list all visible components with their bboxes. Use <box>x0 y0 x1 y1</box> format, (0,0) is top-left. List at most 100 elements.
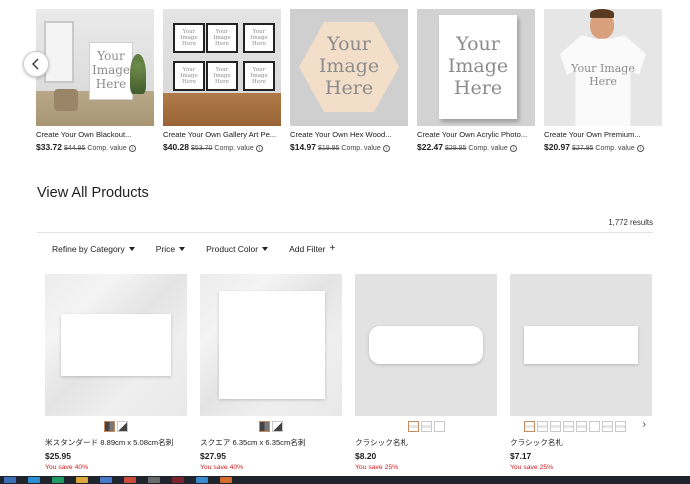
filter-color-dropdown[interactable]: Product Color <box>206 244 269 254</box>
product-title[interactable]: Create Your Own Hex Wood... <box>290 130 408 139</box>
price-current: $14.97 <box>290 142 316 152</box>
carousel-prev-button[interactable] <box>23 51 49 77</box>
variant-swatches: › <box>510 419 652 432</box>
carousel-item[interactable]: Your Image Here Your Image Here Your Ima… <box>163 9 281 152</box>
frame-placeholder: Your Image Here <box>206 61 238 91</box>
product-image[interactable]: Your Image Here <box>290 9 408 126</box>
carousel-item[interactable]: Your Image Here Create Your Own Hex Wood… <box>290 9 408 152</box>
product-price: $8.20 <box>355 451 377 461</box>
swatch-option[interactable] <box>537 420 548 432</box>
swatch-option[interactable] <box>407 420 419 432</box>
business-card-preview <box>61 314 171 376</box>
swatch-option[interactable] <box>104 420 115 432</box>
add-filter-button[interactable]: Add Filter + <box>289 243 336 255</box>
swatch-option[interactable] <box>524 420 535 432</box>
taskbar-app-icon[interactable] <box>124 477 136 483</box>
product-card[interactable]: 米スタンダード 8.89cm x 5.08cm名刺 $25.95 You sav… <box>45 274 187 471</box>
window-decor <box>44 21 74 83</box>
plus-icon: + <box>329 243 336 254</box>
product-image[interactable]: Your Image Here Your Image Here Your Ima… <box>163 9 281 126</box>
swatch-option[interactable] <box>563 420 574 432</box>
product-image[interactable] <box>45 274 187 416</box>
filter-label: Price <box>155 244 176 254</box>
filter-bar: Refine by Category Price Product Color A… <box>52 243 356 255</box>
taskbar-app-icon[interactable] <box>4 477 16 483</box>
swatch-option[interactable] <box>589 420 600 432</box>
price-row: $22.47 $29.95 Comp. value i <box>417 142 535 152</box>
name-tag-preview <box>369 326 483 364</box>
product-image[interactable]: Your Image Here <box>544 9 662 126</box>
swatch-option[interactable] <box>576 420 587 432</box>
swatch-option[interactable] <box>615 420 626 432</box>
savings-label: You save 40% <box>45 464 89 471</box>
product-title[interactable]: Create Your Own Premium... <box>544 130 662 139</box>
swatch-option[interactable] <box>259 420 270 432</box>
product-image[interactable] <box>510 274 652 416</box>
info-icon[interactable]: i <box>255 145 263 152</box>
comp-value-label: Comp. value <box>214 145 254 152</box>
taskbar-app-icon[interactable] <box>76 477 88 483</box>
variant-swatches <box>45 420 187 432</box>
product-title[interactable]: 米スタンダード 8.89cm x 5.08cm名刺 <box>45 437 187 448</box>
info-icon[interactable]: i <box>509 145 517 152</box>
filter-category-dropdown[interactable]: Refine by Category <box>52 244 135 254</box>
product-card[interactable]: › クラシック名札 $7.17 You save 25% <box>510 274 652 471</box>
product-carousel: Your Image Here Create Your Own Blackout… <box>0 0 690 160</box>
chevron-right-icon[interactable]: › <box>643 419 646 430</box>
product-title[interactable]: Create Your Own Blackout... <box>36 130 154 139</box>
taskbar-app-icon[interactable] <box>196 477 208 483</box>
carousel-item[interactable]: Your Image Here Create Your Own Acrylic … <box>417 9 535 152</box>
swatch-option[interactable] <box>550 420 561 432</box>
product-price: $7.17 <box>510 451 532 461</box>
product-image[interactable]: Your Image Here <box>417 9 535 126</box>
product-title[interactable]: Create Your Own Acrylic Photo... <box>417 130 535 139</box>
price-current: $20.97 <box>544 142 570 152</box>
price-row: $14.97 $19.95 Comp. value i <box>290 142 408 152</box>
divider <box>37 232 653 233</box>
product-title[interactable]: スクエア 6.35cm x 6.35cm名刺 <box>200 437 342 448</box>
swatch-option[interactable] <box>272 420 283 432</box>
carousel-item[interactable]: Your Image Here Create Your Own Blackout… <box>36 9 154 152</box>
price-original: $19.95 <box>318 145 340 152</box>
frame-placeholder: Your Image Here <box>206 23 238 53</box>
taskbar-app-icon[interactable] <box>148 477 160 483</box>
taskbar-app-icon[interactable] <box>28 477 40 483</box>
carousel-item[interactable]: Your Image Here Create Your Own Premium.… <box>544 9 662 152</box>
product-image[interactable] <box>200 274 342 416</box>
info-icon[interactable]: i <box>636 145 644 152</box>
product-title[interactable]: Create Your Own Gallery Art Pe... <box>163 130 281 139</box>
filter-label: Product Color <box>206 244 259 254</box>
frame-placeholder: Your Image Here <box>173 61 205 91</box>
swatch-option[interactable] <box>433 420 445 432</box>
comp-value-label: Comp. value <box>468 145 508 152</box>
savings-label: You save 40% <box>200 464 244 471</box>
product-title[interactable]: クラシック名札 <box>510 437 652 448</box>
product-title[interactable]: クラシック名札 <box>355 437 497 448</box>
swatch-option[interactable] <box>117 420 128 432</box>
frame-placeholder: Your Image Here <box>243 61 275 91</box>
product-price: $27.95 <box>200 451 226 461</box>
swatch-option[interactable] <box>602 420 613 432</box>
info-icon[interactable]: i <box>382 145 390 152</box>
product-card[interactable]: スクエア 6.35cm x 6.35cm名刺 $27.95 You save 4… <box>200 274 342 471</box>
chevron-left-icon <box>32 58 39 70</box>
filter-price-dropdown[interactable]: Price <box>155 244 186 254</box>
taskbar-app-icon[interactable] <box>100 477 112 483</box>
section-title: View All Products <box>37 185 149 201</box>
product-card[interactable]: クラシック名札 $8.20 You save 25% <box>355 274 497 471</box>
swatch-option[interactable] <box>420 420 432 432</box>
price-row: $40.28 $53.70 Comp. value i <box>163 142 281 152</box>
price-original: $44.95 <box>64 145 86 152</box>
square-card-preview <box>219 291 325 399</box>
product-image[interactable]: Your Image Here <box>36 9 154 126</box>
taskbar-app-icon[interactable] <box>52 477 64 483</box>
caret-down-icon <box>262 247 269 251</box>
price-current: $33.72 <box>36 142 62 152</box>
plant-decor <box>130 54 146 94</box>
model-hair <box>590 9 614 18</box>
caret-down-icon <box>179 247 186 251</box>
product-image[interactable] <box>355 274 497 416</box>
taskbar-app-icon[interactable] <box>172 477 184 483</box>
info-icon[interactable]: i <box>128 145 136 152</box>
taskbar-app-icon[interactable] <box>220 477 232 483</box>
